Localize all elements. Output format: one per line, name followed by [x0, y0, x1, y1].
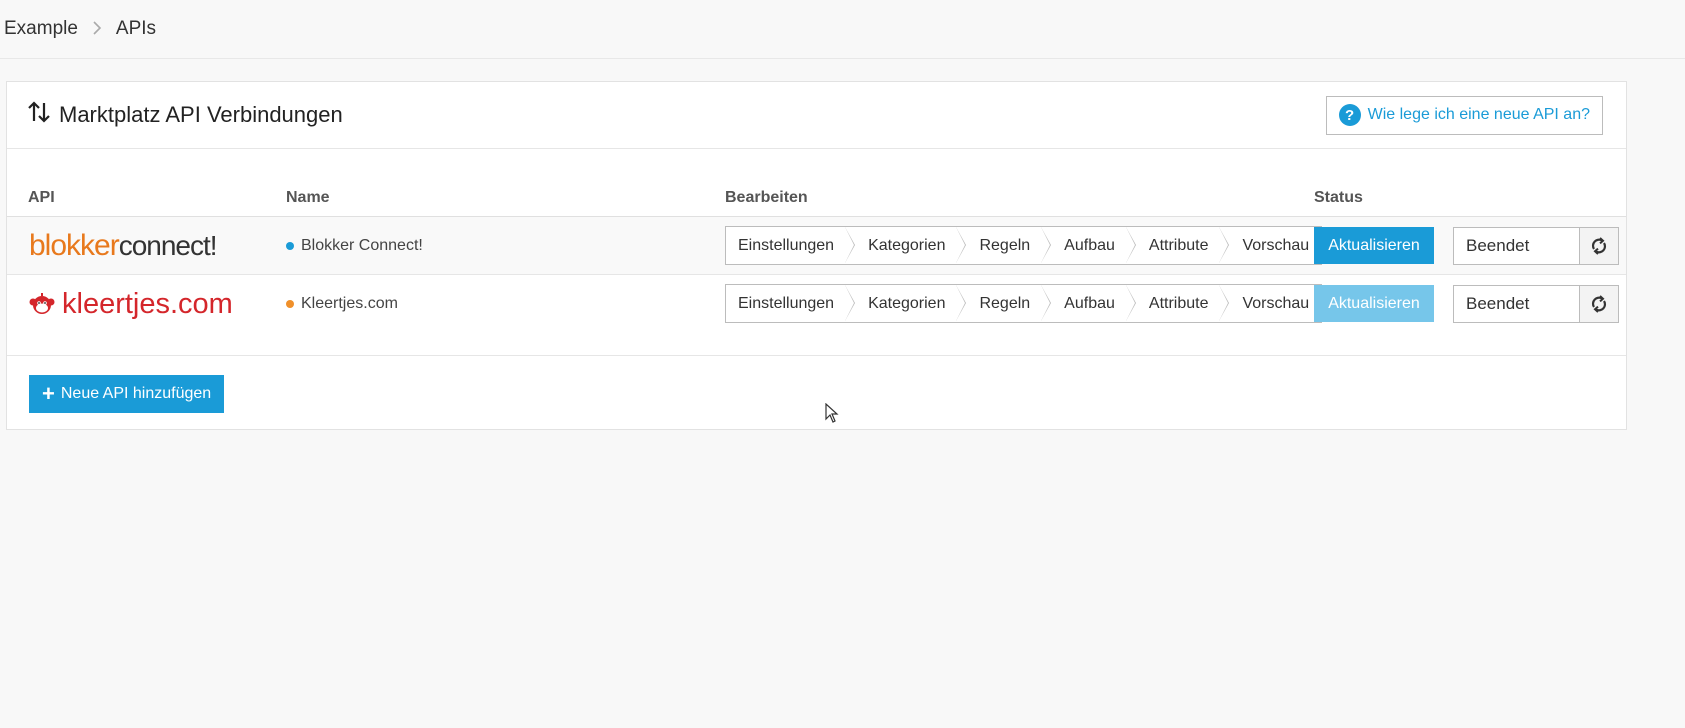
edit-steps: Einstellungen Kategorien Regeln Aufbau A…: [725, 284, 1323, 323]
edit-steps: Einstellungen Kategorien Regeln Aufbau A…: [725, 226, 1323, 265]
api-name: Kleertjes.com: [286, 295, 398, 313]
col-api: API: [28, 189, 55, 206]
panel-header: Marktplatz API Verbindungen ? Wie lege i…: [7, 82, 1626, 149]
col-edit: Bearbeiten: [725, 189, 808, 206]
mouse-cursor-icon: [825, 402, 839, 428]
monkey-logo-icon: [29, 293, 55, 314]
question-circle-icon: ?: [1338, 104, 1361, 126]
step-einstellungen[interactable]: Einstellungen: [726, 227, 856, 264]
api-name: Blokker Connect!: [286, 237, 423, 255]
help-label: Wie lege ich eine neue API an?: [1367, 106, 1590, 123]
step-einstellungen[interactable]: Einstellungen: [726, 285, 856, 322]
kleertjes-logo: kleertjes.com: [29, 287, 233, 321]
step-vorschau[interactable]: Vorschau: [1220, 285, 1321, 322]
status-field-group: [1453, 227, 1619, 265]
table-header: API Name Bearbeiten Status: [7, 186, 1626, 218]
step-kategorien[interactable]: Kategorien: [846, 285, 967, 322]
panel-footer: + Neue API hinzufügen: [7, 355, 1626, 430]
table-row: blokker connect! Blokker Connect! Einstel…: [7, 217, 1626, 275]
refresh-icon[interactable]: [1579, 228, 1618, 264]
plus-icon: +: [42, 381, 55, 406]
help-new-api-button[interactable]: ? Wie lege ich eine neue API an?: [1325, 95, 1603, 135]
step-attribute[interactable]: Attribute: [1127, 227, 1230, 264]
sort-arrows-icon: [27, 100, 51, 130]
breadcrumb-current: APIs: [115, 18, 157, 39]
update-button[interactable]: Aktualisieren: [1314, 285, 1434, 322]
step-attribute[interactable]: Attribute: [1127, 285, 1230, 322]
status-input[interactable]: [1454, 228, 1579, 264]
panel-title-text: Marktplatz API Verbindungen: [59, 102, 343, 127]
status-dot-icon: [286, 300, 294, 308]
update-button[interactable]: Aktualisieren: [1314, 227, 1434, 264]
step-aufbau[interactable]: Aufbau: [1042, 227, 1136, 264]
step-regeln[interactable]: Regeln: [957, 285, 1051, 322]
add-api-button[interactable]: + Neue API hinzufügen: [29, 375, 225, 413]
step-aufbau[interactable]: Aufbau: [1042, 285, 1136, 322]
status-dot-icon: [286, 242, 294, 250]
refresh-icon[interactable]: [1579, 286, 1618, 322]
blokker-logo: blokker connect!: [29, 229, 218, 262]
breadcrumb: Example APIs: [0, 0, 1685, 59]
api-connections-panel: Marktplatz API Verbindungen ? Wie lege i…: [6, 81, 1627, 430]
col-status: Status: [1314, 189, 1363, 206]
chevron-right-icon: [92, 19, 102, 40]
step-kategorien[interactable]: Kategorien: [846, 227, 967, 264]
breadcrumb-root[interactable]: Example: [4, 18, 78, 40]
step-vorschau[interactable]: Vorschau: [1220, 227, 1321, 264]
col-name: Name: [286, 189, 330, 206]
status-input[interactable]: [1454, 286, 1579, 322]
panel-title: Marktplatz API Verbindungen: [27, 100, 343, 130]
table-row: kleertjes.com Kleertjes.com Einstellunge…: [7, 275, 1626, 333]
status-field-group: [1453, 285, 1619, 323]
step-regeln[interactable]: Regeln: [957, 227, 1051, 264]
